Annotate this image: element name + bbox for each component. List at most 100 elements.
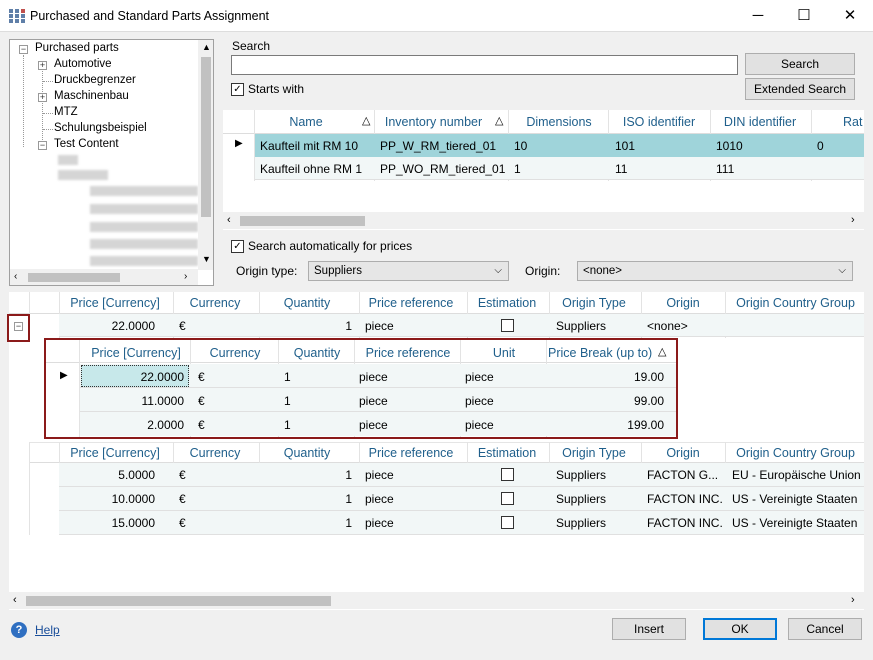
col-quantity[interactable]: Quantity bbox=[259, 446, 355, 460]
cell-currency[interactable]: € bbox=[198, 370, 205, 384]
cancel-button[interactable]: Cancel bbox=[788, 618, 862, 640]
price-break-grid[interactable]: Price [Currency] Currency Quantity Price… bbox=[44, 338, 678, 439]
col-name[interactable]: Name bbox=[256, 115, 356, 129]
collapse-toggle-icon[interactable]: − bbox=[38, 141, 47, 150]
cell-price-reference[interactable]: piece bbox=[359, 394, 388, 408]
cell-price[interactable]: 22.0000 bbox=[86, 370, 184, 384]
cell-iso[interactable]: 11 bbox=[615, 162, 627, 176]
cell-din[interactable]: 111 bbox=[716, 162, 734, 176]
auto-search-checkbox[interactable]: ✓ bbox=[231, 240, 244, 253]
tree-item-automotive[interactable]: Automotive bbox=[54, 58, 112, 70]
cell-origin-country-group[interactable]: US - Vereinigte Staaten bbox=[732, 516, 862, 530]
col-currency[interactable]: Currency bbox=[192, 346, 278, 360]
extended-search-button[interactable]: Extended Search bbox=[745, 78, 855, 100]
category-tree[interactable]: − Purchased parts + Automotive Druckbegr… bbox=[9, 39, 214, 286]
cell-price[interactable]: 11.0000 bbox=[86, 394, 185, 408]
scroll-right-icon[interactable]: › bbox=[851, 214, 855, 226]
cell-origin[interactable]: FACTON INC. bbox=[647, 516, 723, 530]
cell-price[interactable]: 22.0000 bbox=[63, 319, 155, 333]
col-price[interactable]: Price [Currency] bbox=[59, 446, 171, 460]
tree-root[interactable]: Purchased parts bbox=[35, 42, 119, 54]
cell-price-reference[interactable]: piece bbox=[365, 468, 394, 482]
cell-quantity[interactable]: 1 bbox=[284, 394, 291, 408]
col-currency[interactable]: Currency bbox=[173, 446, 257, 460]
cell-origin-type[interactable]: Suppliers bbox=[556, 516, 606, 530]
estimation-checkbox[interactable] bbox=[501, 492, 514, 505]
tree-hscrollbar[interactable]: ‹ › bbox=[10, 269, 198, 285]
origin-type-select[interactable]: Suppliers ⌵ bbox=[308, 261, 509, 281]
cell-origin[interactable]: FACTON INC. bbox=[647, 492, 723, 506]
tree-item-mtz[interactable]: MTZ bbox=[54, 106, 78, 118]
cell-quantity[interactable]: 1 bbox=[259, 492, 352, 506]
col-currency[interactable]: Currency bbox=[173, 296, 257, 310]
estimation-checkbox[interactable] bbox=[501, 468, 514, 481]
cell-origin-type[interactable]: Suppliers bbox=[556, 492, 606, 506]
cell-price-break[interactable]: 199.00 bbox=[548, 418, 664, 432]
col-quantity[interactable]: Quantity bbox=[280, 346, 354, 360]
cell-origin-country-group[interactable]: EU - Europäische Union bbox=[732, 468, 862, 482]
parts-grid[interactable]: Name △ Inventory number △ Dimensions ISO… bbox=[223, 110, 864, 230]
help-link[interactable]: Help bbox=[35, 623, 60, 637]
maximize-button[interactable]: ☐ bbox=[781, 0, 827, 31]
minimize-button[interactable]: ─ bbox=[735, 0, 781, 31]
col-estimation[interactable]: Estimation bbox=[467, 296, 547, 310]
col-iso-identifier[interactable]: ISO identifier bbox=[609, 115, 709, 129]
expand-toggle-icon[interactable]: + bbox=[38, 61, 47, 70]
cell-inventory[interactable]: PP_W_RM_tiered_01 bbox=[380, 139, 496, 153]
cell-origin-type[interactable]: Suppliers bbox=[556, 319, 606, 333]
cell-price[interactable]: 5.0000 bbox=[63, 468, 155, 482]
cell-name[interactable]: Kaufteil mit RM 10 bbox=[260, 139, 358, 153]
cell-quantity[interactable]: 1 bbox=[284, 418, 291, 432]
cell-price-break[interactable]: 99.00 bbox=[548, 394, 664, 408]
expand-toggle-icon[interactable]: + bbox=[38, 93, 47, 102]
scroll-left-icon[interactable]: ‹ bbox=[227, 214, 231, 226]
price-grid-area[interactable]: Price [Currency] Currency Quantity Price… bbox=[7, 292, 864, 610]
tree-item-druckbegrenzer[interactable]: Druckbegrenzer bbox=[54, 74, 136, 86]
col-origin-type[interactable]: Origin Type bbox=[549, 446, 639, 460]
scroll-right-icon[interactable]: › bbox=[851, 594, 855, 606]
collapse-row-icon[interactable]: − bbox=[14, 322, 23, 331]
help-icon[interactable]: ? bbox=[11, 622, 27, 638]
tree-item-schulungsbeispiel[interactable]: Schulungsbeispiel bbox=[54, 122, 147, 134]
tree-item-test-content[interactable]: Test Content bbox=[54, 138, 119, 150]
ok-button[interactable]: OK bbox=[703, 618, 777, 640]
tree-vscrollbar[interactable]: ▲ ▼ bbox=[198, 40, 213, 270]
cell-price-break[interactable]: 19.00 bbox=[548, 370, 664, 384]
cell-price-reference[interactable]: piece bbox=[359, 370, 388, 384]
cell-currency[interactable]: € bbox=[179, 516, 186, 530]
cell-unit[interactable]: piece bbox=[465, 394, 494, 408]
origin-select[interactable]: <none> ⌵ bbox=[577, 261, 853, 281]
scroll-down-icon[interactable]: ▼ bbox=[202, 254, 211, 264]
cell-origin[interactable]: FACTON G... bbox=[647, 468, 723, 482]
col-unit[interactable]: Unit bbox=[462, 346, 546, 360]
col-price-reference[interactable]: Price reference bbox=[359, 296, 463, 310]
starts-with-checkbox[interactable]: ✓ bbox=[231, 83, 244, 96]
col-price-reference[interactable]: Price reference bbox=[356, 346, 460, 360]
sort-asc-icon[interactable]: △ bbox=[362, 114, 370, 127]
cell-price[interactable]: 10.0000 bbox=[63, 492, 155, 506]
col-estimation[interactable]: Estimation bbox=[467, 446, 547, 460]
cell-price[interactable]: 15.0000 bbox=[63, 516, 155, 530]
scroll-left-icon[interactable]: ‹ bbox=[14, 271, 17, 282]
cell-origin-type[interactable]: Suppliers bbox=[556, 468, 606, 482]
sort-asc-icon[interactable]: △ bbox=[495, 114, 503, 127]
parts-hscrollbar[interactable]: ‹ › bbox=[223, 212, 864, 229]
cell-quantity[interactable]: 1 bbox=[259, 468, 352, 482]
cell-unit[interactable]: piece bbox=[465, 418, 494, 432]
sort-asc-icon[interactable]: △ bbox=[658, 345, 666, 358]
cell-unit[interactable]: piece bbox=[465, 370, 494, 384]
col-origin-country-group[interactable]: Origin Country Group bbox=[727, 446, 864, 460]
col-price[interactable]: Price [Currency] bbox=[59, 296, 171, 310]
cell-name[interactable]: Kaufteil ohne RM 1 bbox=[260, 162, 362, 176]
col-dimensions[interactable]: Dimensions bbox=[510, 115, 608, 129]
cell-rating[interactable]: 0 bbox=[817, 139, 824, 153]
cell-dimensions[interactable]: 10 bbox=[514, 139, 527, 153]
tree-item-maschinenbau[interactable]: Maschinenbau bbox=[54, 90, 129, 102]
col-rating[interactable]: Rati bbox=[813, 115, 863, 129]
cell-dimensions[interactable]: 1 bbox=[514, 162, 521, 176]
cell-price-reference[interactable]: piece bbox=[365, 492, 394, 506]
cell-currency[interactable]: € bbox=[179, 468, 186, 482]
scroll-left-icon[interactable]: ‹ bbox=[13, 594, 17, 606]
cell-origin-country-group[interactable]: US - Vereinigte Staaten bbox=[732, 492, 862, 506]
search-input[interactable] bbox=[231, 55, 738, 75]
